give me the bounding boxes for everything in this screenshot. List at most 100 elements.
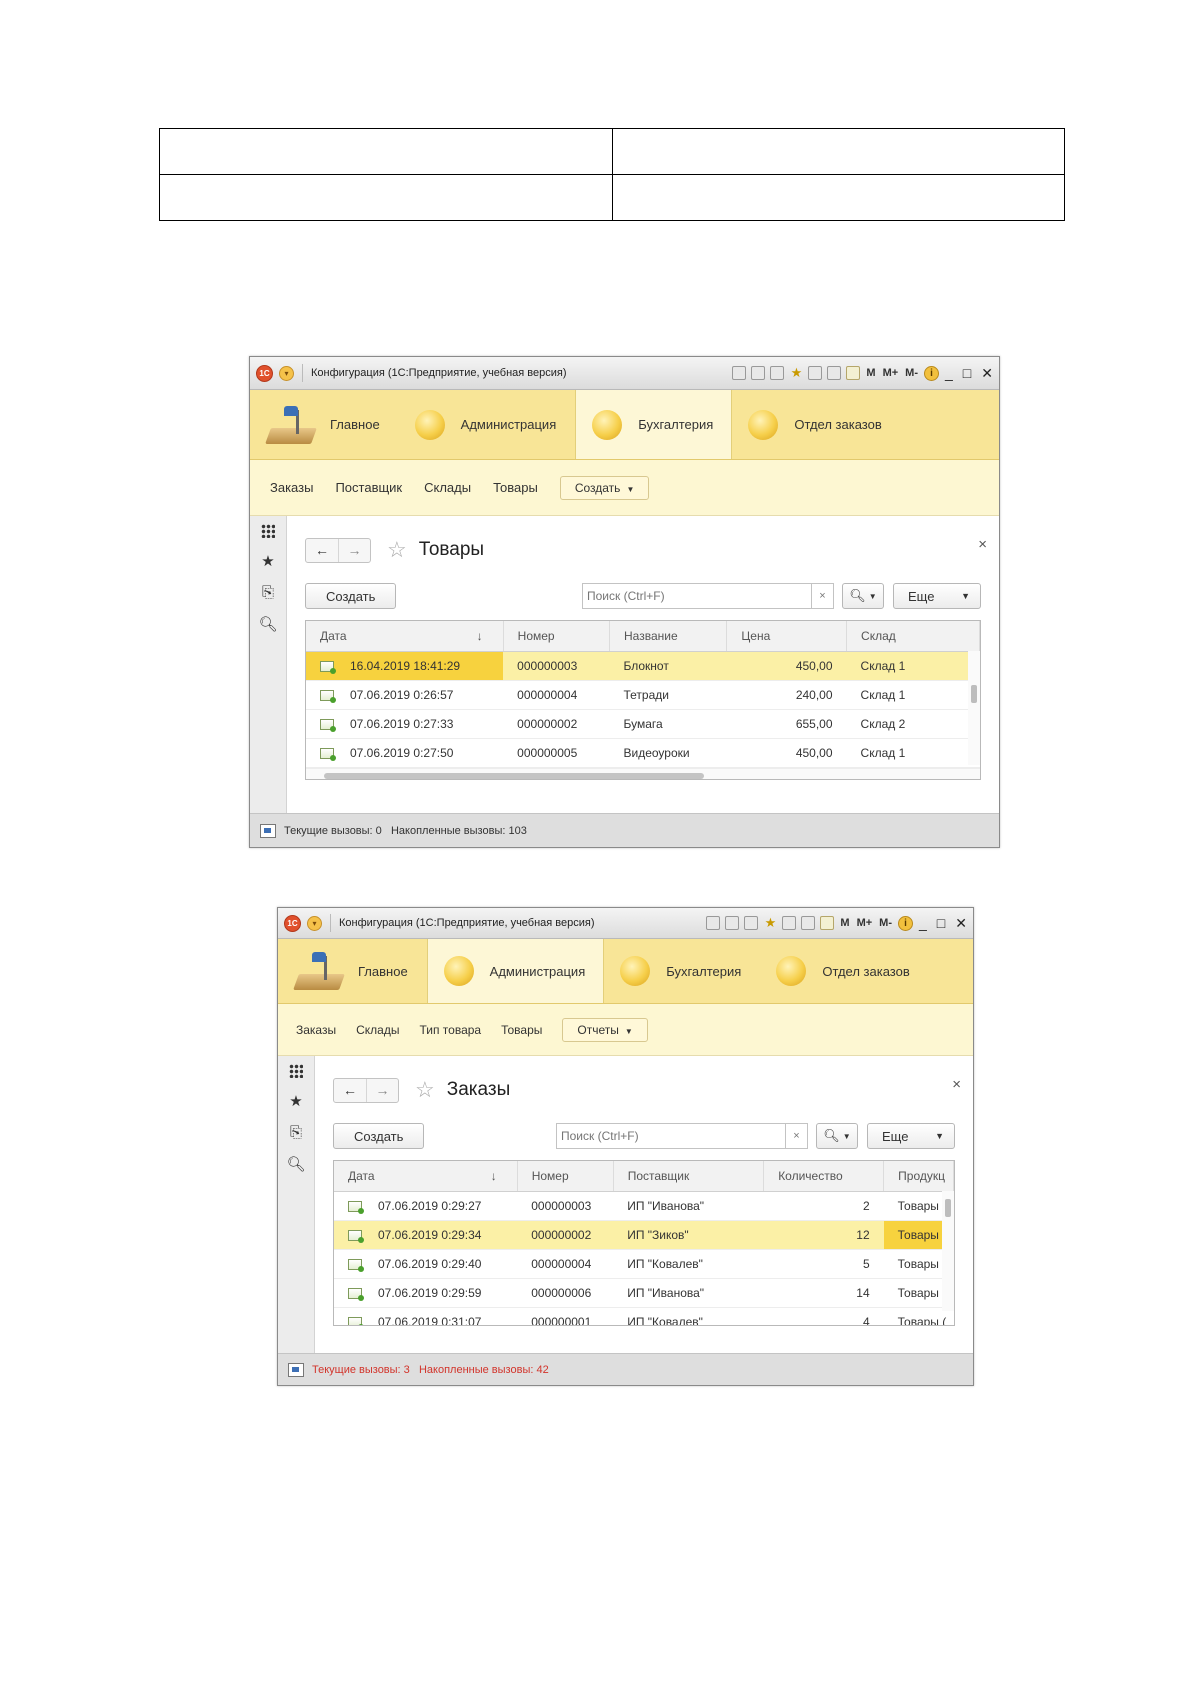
column-header[interactable]: Дата ↓ [306, 621, 504, 652]
section-Бухгалтерия[interactable]: Бухгалтерия [575, 390, 733, 459]
command-link[interactable]: Заказы [270, 480, 313, 495]
memory-button[interactable]: M [839, 917, 850, 929]
vertical-scrollbar[interactable] [942, 1191, 954, 1311]
find-button[interactable]: 🔍︎ ▼ [816, 1123, 858, 1149]
save-icon[interactable] [732, 366, 747, 380]
create-button[interactable]: Создать [333, 1123, 425, 1149]
create-button[interactable]: Создать [305, 583, 397, 609]
section-Бухгалтерия[interactable]: Бухгалтерия [604, 939, 760, 1003]
search-input[interactable] [556, 1123, 786, 1149]
horizontal-scrollbar[interactable] [306, 767, 980, 779]
command-link[interactable]: Товары [493, 480, 538, 495]
find-button[interactable]: 🔍︎ ▼ [842, 583, 884, 609]
column-header[interactable]: Количество [763, 1161, 885, 1192]
commands-dropdown-button[interactable]: Отчеты ▼ [562, 1017, 648, 1042]
preview-icon[interactable] [770, 366, 785, 380]
save-icon[interactable] [706, 916, 721, 930]
table-row[interactable]: 07.06.2019 0:27:33 000000002 Бумага 655,00 С… [306, 709, 980, 739]
close-form-icon[interactable]: × [952, 1076, 961, 1093]
section-Отдел заказов[interactable]: Отдел заказов [760, 939, 928, 1003]
history-icon[interactable] [808, 366, 823, 380]
memory-minus-button[interactable]: M- [904, 367, 919, 379]
calendar-icon[interactable] [820, 916, 835, 930]
column-header[interactable]: Поставщик [613, 1161, 765, 1192]
close-window-button[interactable]: ✕ [981, 365, 993, 382]
section-Отдел заказов[interactable]: Отдел заказов [732, 390, 900, 459]
back-arrow-icon[interactable]: ← [334, 1079, 366, 1102]
table-row[interactable]: 07.06.2019 0:29:27 000000003 ИП "Иванова" 2… [334, 1191, 954, 1221]
column-header[interactable]: Цена [726, 621, 848, 652]
info-icon[interactable]: i [924, 365, 939, 381]
back-arrow-icon[interactable]: ← [306, 539, 338, 562]
performance-icon[interactable] [288, 1362, 304, 1377]
command-link[interactable]: Тип товара [419, 1023, 481, 1037]
command-link[interactable]: Поставщик [335, 480, 402, 495]
print-icon[interactable] [725, 916, 740, 930]
forward-arrow-icon[interactable]: → [366, 1078, 398, 1102]
table-row[interactable]: 07.06.2019 0:27:50 000000005 Видеоуроки 450… [306, 738, 980, 768]
favorites-icon[interactable]: ★ [763, 916, 777, 930]
section-Администрация[interactable]: Администрация [399, 390, 576, 459]
clear-search-icon[interactable]: × [812, 583, 834, 609]
favorites-star-icon[interactable]: ★ [261, 552, 274, 570]
calculator-icon[interactable] [801, 916, 816, 930]
calculator-icon[interactable] [827, 366, 842, 380]
section-Администрация[interactable]: Администрация [426, 939, 605, 1003]
history-icon[interactable]: ⎘ [262, 584, 274, 601]
section-Главное[interactable]: Главное [278, 939, 427, 1003]
command-link[interactable]: Товары [501, 1023, 542, 1037]
add-to-favorites-star-icon[interactable]: ☆ [415, 1077, 435, 1103]
history-icon[interactable] [782, 916, 797, 930]
close-window-button[interactable]: ✕ [955, 915, 967, 932]
favorites-icon[interactable]: ★ [789, 366, 803, 380]
print-icon[interactable] [751, 366, 766, 380]
main-menu-icon[interactable]: ▾ [279, 365, 294, 381]
scrollbar-thumb[interactable] [945, 1199, 951, 1217]
memory-minus-button[interactable]: M- [878, 917, 893, 929]
main-menu-icon[interactable]: ▾ [307, 915, 322, 931]
column-header[interactable]: Номер [517, 1161, 614, 1192]
calendar-icon[interactable] [846, 366, 861, 380]
table-row[interactable]: 07.06.2019 0:29:40 000000004 ИП "Ковалев" 5… [334, 1249, 954, 1279]
maximize-button[interactable]: □ [937, 915, 945, 932]
column-header[interactable]: Дата ↓ [334, 1161, 518, 1192]
vertical-scrollbar[interactable] [968, 651, 980, 765]
minimize-button[interactable]: _ [919, 915, 927, 932]
search-icon[interactable]: 🔍︎ [258, 615, 277, 633]
memory-plus-button[interactable]: M+ [882, 367, 900, 379]
scrollbar-thumb[interactable] [324, 772, 704, 779]
add-to-favorites-star-icon[interactable]: ☆ [387, 537, 407, 563]
table-row[interactable]: 16.04.2019 18:41:29 000000003 Блокнот 450,0… [306, 651, 980, 681]
memory-plus-button[interactable]: M+ [856, 917, 874, 929]
performance-icon[interactable] [260, 823, 276, 838]
command-link[interactable]: Склады [356, 1023, 399, 1037]
search-input[interactable] [582, 583, 812, 609]
section-Главное[interactable]: Главное [250, 390, 399, 459]
table-row[interactable]: 07.06.2019 0:31:07 000000001 ИП "Ковалев" 4… [334, 1307, 954, 1325]
1c-logo-icon[interactable]: 1С [284, 914, 301, 932]
more-actions-button[interactable]: Еще ▼ [867, 1123, 955, 1149]
column-header[interactable]: Склад [846, 621, 980, 652]
clear-search-icon[interactable]: × [786, 1123, 808, 1149]
column-header[interactable]: Номер [503, 621, 611, 652]
preview-icon[interactable] [744, 916, 759, 930]
minimize-button[interactable]: _ [945, 365, 953, 382]
column-header[interactable]: Название [609, 621, 728, 652]
column-header[interactable]: Продукц [883, 1161, 954, 1192]
command-link[interactable]: Склады [424, 480, 471, 495]
info-icon[interactable]: i [898, 915, 913, 931]
commands-dropdown-button[interactable]: Создать ▼ [559, 475, 650, 500]
table-row[interactable]: 07.06.2019 0:29:59 000000006 ИП "Иванова" 1… [334, 1278, 954, 1308]
search-icon[interactable]: 🔍︎ [286, 1155, 305, 1173]
maximize-button[interactable]: □ [963, 365, 971, 382]
all-functions-icon[interactable] [289, 1064, 303, 1078]
all-functions-icon[interactable] [261, 524, 275, 538]
1c-logo-icon[interactable]: 1С [256, 364, 273, 382]
more-actions-button[interactable]: Еще ▼ [893, 583, 981, 609]
table-row[interactable]: 07.06.2019 0:26:57 000000004 Тетради 240,00… [306, 680, 980, 710]
close-form-icon[interactable]: × [978, 536, 987, 553]
command-link[interactable]: Заказы [296, 1023, 336, 1037]
favorites-star-icon[interactable]: ★ [289, 1092, 302, 1110]
memory-button[interactable]: M [865, 367, 876, 379]
forward-arrow-icon[interactable]: → [338, 538, 370, 562]
